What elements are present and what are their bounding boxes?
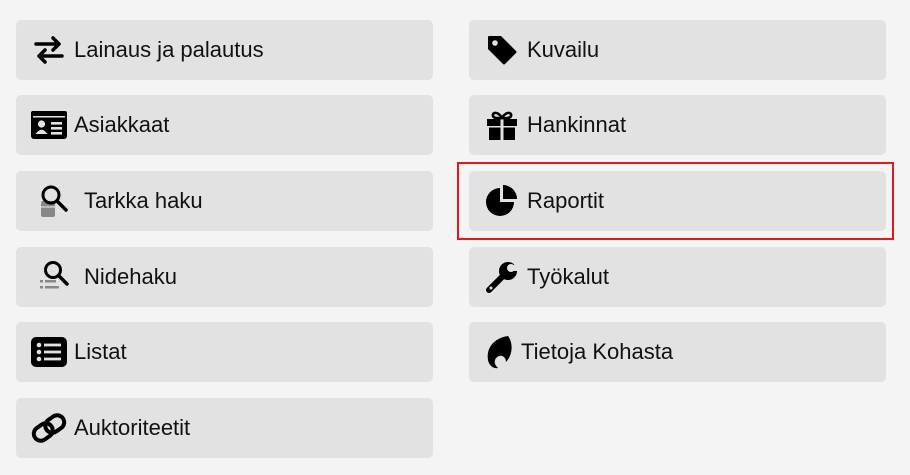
menu-item-label: Kuvailu [527,37,600,62]
wrench-icon [483,258,521,296]
menu-item-label: Tietoja Kohasta [521,339,674,364]
menu-item-advanced-search[interactable]: Tarkka haku [16,171,433,231]
menu-item-label: Asiakkaat [74,112,170,137]
menu-item-label: Raportit [527,188,605,213]
list-icon [30,333,68,371]
menu-item-item-search[interactable]: Nidehaku [16,247,433,307]
link-icon [30,409,68,447]
menu-item-label: Lainaus ja palautus [74,37,264,62]
menu-item-about-koha[interactable]: Tietoja Kohasta [469,322,886,382]
menu-item-circulation[interactable]: Lainaus ja palautus [16,20,433,80]
menu-item-label: Hankinnat [527,112,627,137]
koha-logo-icon [481,333,519,371]
menu-item-tools[interactable]: Työkalut [469,247,886,307]
exchange-arrows-icon [30,31,68,69]
gift-icon [483,106,521,144]
menu-item-acquisitions[interactable]: Hankinnat [469,95,886,155]
koha-main-menu: Lainaus ja palautus Asiakkaat Tarkka hak… [0,0,910,475]
pie-chart-icon [483,182,521,220]
menu-item-label: Työkalut [527,264,609,289]
menu-item-authorities[interactable]: Auktoriteetit [16,398,433,458]
list-search-icon [36,258,74,296]
menu-item-label: Nidehaku [84,264,177,289]
tag-icon [483,31,521,69]
menu-item-label: Auktoriteetit [74,415,191,440]
menu-item-cataloging[interactable]: Kuvailu [469,20,886,80]
menu-item-reports[interactable]: Raportit [469,171,886,231]
menu-item-label: Tarkka haku [84,188,203,213]
book-search-icon [36,182,74,220]
id-card-icon [30,106,68,144]
menu-item-lists[interactable]: Listat [16,322,433,382]
menu-item-label: Listat [74,339,127,364]
menu-item-patrons[interactable]: Asiakkaat [16,95,433,155]
